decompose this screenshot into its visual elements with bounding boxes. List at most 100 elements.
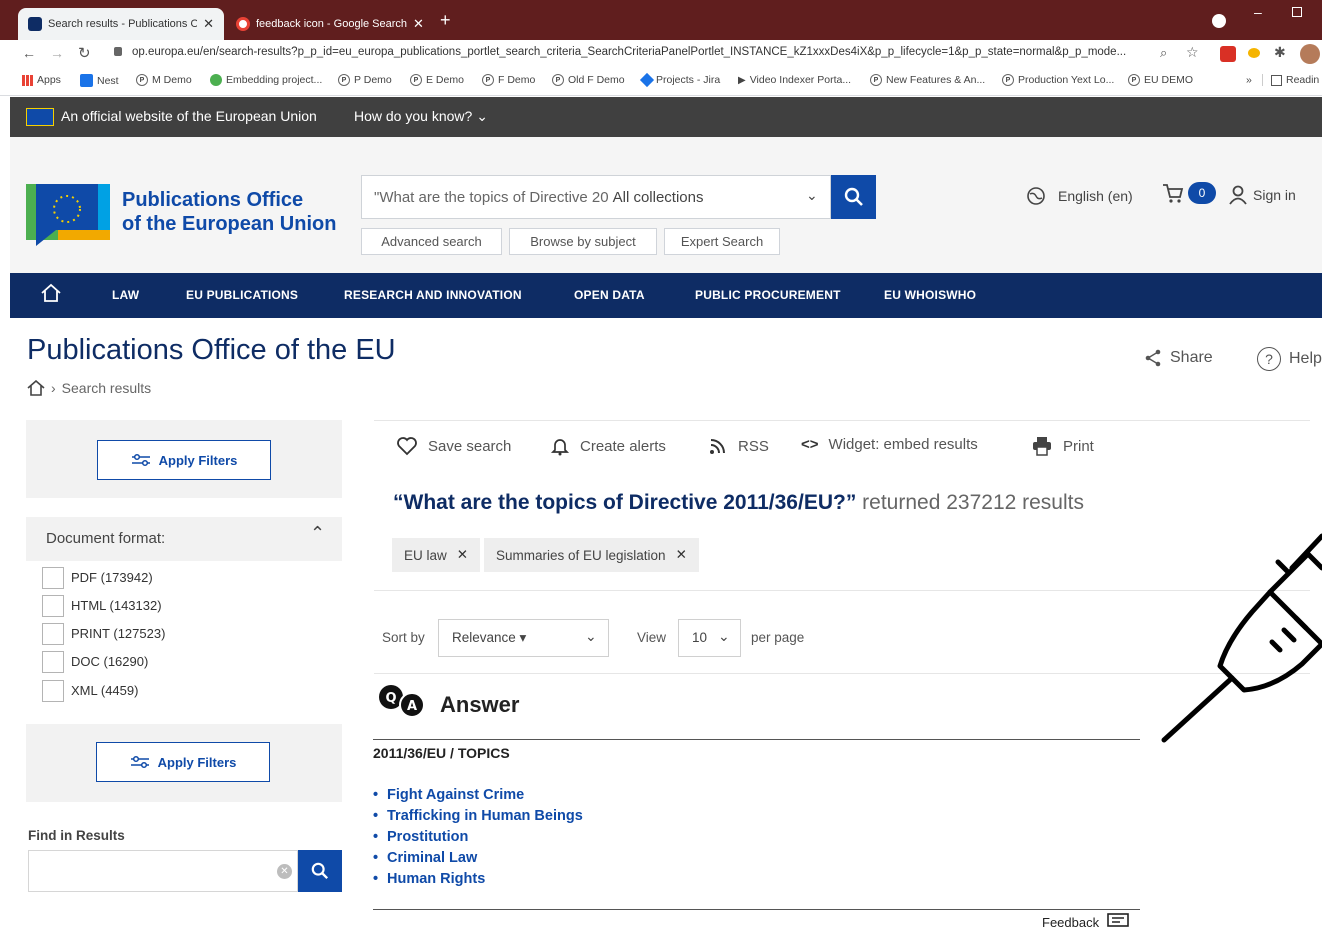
profile-icon[interactable]	[1212, 14, 1226, 28]
site-name-line2: of the European Union	[122, 213, 337, 235]
bookmark-apps[interactable]: Apps	[22, 74, 61, 86]
bookmark-item[interactable]: ▶ Video Indexer Porta...	[738, 74, 851, 86]
chevron-down-icon[interactable]: ⌄	[806, 187, 818, 204]
search-scope-select[interactable]: All collections	[613, 189, 704, 206]
expert-search-button[interactable]: Expert Search	[664, 228, 780, 255]
topic-link[interactable]: • Trafficking in Human Beings	[373, 808, 583, 824]
home-nav-link[interactable]	[40, 283, 62, 306]
bookmark-item[interactable]: P F Demo	[482, 74, 535, 86]
bookmark-item[interactable]: P M Demo	[136, 74, 192, 86]
more-bookmarks-icon[interactable]: »	[1246, 74, 1252, 86]
browser-tab[interactable]: feedback icon - Google Search ✕	[226, 8, 428, 40]
topic-link[interactable]: • Human Rights	[373, 871, 485, 887]
remove-chip-icon[interactable]: ✕	[676, 547, 687, 563]
how-do-you-know-link[interactable]: How do you know? ⌄	[354, 108, 488, 125]
eu-logo[interactable]	[26, 184, 110, 246]
remove-chip-icon[interactable]: ✕	[457, 547, 468, 563]
checkbox-print[interactable]	[42, 623, 64, 645]
widget-embed-button[interactable]: <> Widget: embed results	[801, 436, 978, 453]
results-headline: “What are the topics of Directive 2011/3…	[393, 491, 1084, 515]
minimize-icon[interactable]: –	[1254, 4, 1262, 20]
chip-label: EU law	[404, 547, 447, 563]
reload-icon[interactable]: ↻	[78, 44, 91, 62]
topic-link[interactable]: • Fight Against Crime	[373, 787, 524, 803]
back-icon[interactable]: ←	[22, 45, 36, 61]
bookmark-item[interactable]: P P Demo	[338, 74, 392, 86]
bookmark-star-icon[interactable]: ☆	[1186, 44, 1199, 61]
extension-icon[interactable]	[1248, 48, 1260, 58]
reading-list[interactable]: Readin	[1262, 74, 1319, 86]
bookmark-item[interactable]: Nest	[80, 74, 119, 87]
search-input[interactable]: "What are the topics of Directive 20 All…	[361, 175, 831, 219]
home-icon[interactable]	[27, 380, 45, 396]
bookmark-item[interactable]: P Old F Demo	[552, 74, 625, 86]
advanced-search-button[interactable]: Advanced search	[361, 228, 502, 255]
site-name[interactable]: Publications Office of the European Unio…	[122, 188, 336, 236]
bookmark-label: Video Indexer Porta...	[749, 74, 852, 86]
extensions-puzzle-icon[interactable]: ✱	[1274, 44, 1286, 61]
share-button[interactable]: Share	[1144, 349, 1213, 367]
avatar[interactable]	[1300, 44, 1320, 64]
help-button[interactable]: ? Help	[1257, 347, 1322, 371]
bullet: •	[373, 829, 379, 845]
bookmark-item[interactable]: Embedding project...	[210, 74, 322, 86]
language-selector[interactable]: English (en)	[1026, 186, 1133, 206]
bookmark-item[interactable]: P EU DEMO	[1128, 74, 1193, 86]
chevron-down-icon: ⌄	[718, 628, 730, 644]
extension-icon[interactable]	[1220, 46, 1236, 62]
nav-research-and-innovation[interactable]: RESEARCH AND INNOVATION	[344, 288, 522, 302]
nav-eu-whoiswho[interactable]: EU WHOISWHO	[884, 288, 976, 302]
sort-select[interactable]: Relevance ▾ ⌄	[438, 619, 609, 657]
breadcrumb-current: Search results	[61, 380, 152, 396]
forward-icon[interactable]: →	[50, 45, 64, 61]
bookmark-item[interactable]: P New Features & An...	[870, 74, 985, 86]
apply-filters-button[interactable]: Apply Filters	[96, 742, 270, 782]
sign-in-link[interactable]: Sign in	[1229, 185, 1296, 205]
rss-button[interactable]: RSS	[708, 436, 769, 456]
format-label: DOC (16290)	[71, 654, 149, 669]
checkbox-pdf[interactable]	[42, 567, 64, 589]
save-search-button[interactable]: Save search	[396, 436, 511, 456]
topic-label: Criminal Law	[387, 850, 478, 866]
topic-link[interactable]: • Prostitution	[373, 829, 468, 845]
create-alerts-button[interactable]: Create alerts	[550, 436, 666, 456]
topic-link[interactable]: • Criminal Law	[373, 850, 477, 866]
rss-icon	[710, 439, 725, 454]
checkbox-xml[interactable]	[42, 680, 64, 702]
search-button[interactable]	[831, 175, 876, 219]
create-alerts-label: Create alerts	[580, 437, 666, 455]
nav-law[interactable]: LAW	[112, 288, 139, 302]
feedback-button[interactable]: Feedback	[1042, 913, 1129, 929]
cart-button[interactable]: 0	[1162, 182, 1216, 204]
url-field[interactable]: op.europa.eu/en/search-results?p_p_id=eu…	[132, 46, 1142, 58]
document-format-header[interactable]: Document format: ⌃	[26, 517, 342, 561]
find-search-button[interactable]	[298, 850, 342, 892]
bookmark-label: F Demo	[498, 74, 536, 86]
nav-open-data[interactable]: OPEN DATA	[574, 288, 645, 302]
apply-filters-button[interactable]: Apply Filters	[97, 440, 271, 480]
nav-public-procurement[interactable]: PUBLIC PROCUREMENT	[695, 288, 841, 302]
browser-tab-active[interactable]: Search results - Publications Offic ✕	[18, 8, 224, 40]
nav-eu-publications[interactable]: EU PUBLICATIONS	[186, 288, 298, 302]
bookmark-label: P Demo	[354, 74, 392, 86]
close-tab-icon[interactable]: ✕	[203, 16, 214, 32]
find-in-results-input[interactable]: ✕	[28, 850, 298, 892]
chevron-up-icon[interactable]: ⌃	[310, 523, 325, 544]
search-query-text: "What are the topics of Directive 20	[374, 188, 609, 206]
bookmark-item[interactable]: P E Demo	[410, 74, 464, 86]
maximize-icon[interactable]	[1292, 7, 1302, 17]
new-tab-button[interactable]: +	[440, 10, 451, 31]
bookmark-item[interactable]: Projects - Jira	[639, 72, 720, 88]
filter-chip-summaries: Summaries of EU legislation ✕	[484, 538, 699, 572]
close-tab-icon[interactable]: ✕	[413, 16, 424, 32]
checkbox-doc[interactable]	[42, 651, 64, 673]
print-button[interactable]: Print	[1031, 436, 1094, 456]
browse-by-subject-button[interactable]: Browse by subject	[509, 228, 657, 255]
checkbox-html[interactable]	[42, 595, 64, 617]
bookmark-item[interactable]: P Production Yext Lo...	[1002, 74, 1114, 86]
format-label: PDF (173942)	[71, 570, 153, 585]
zoom-icon[interactable]: ⌕	[1160, 45, 1167, 61]
search-icon	[844, 187, 863, 206]
clear-icon[interactable]: ✕	[277, 864, 292, 879]
per-page-select[interactable]: 10 ⌄	[678, 619, 741, 657]
